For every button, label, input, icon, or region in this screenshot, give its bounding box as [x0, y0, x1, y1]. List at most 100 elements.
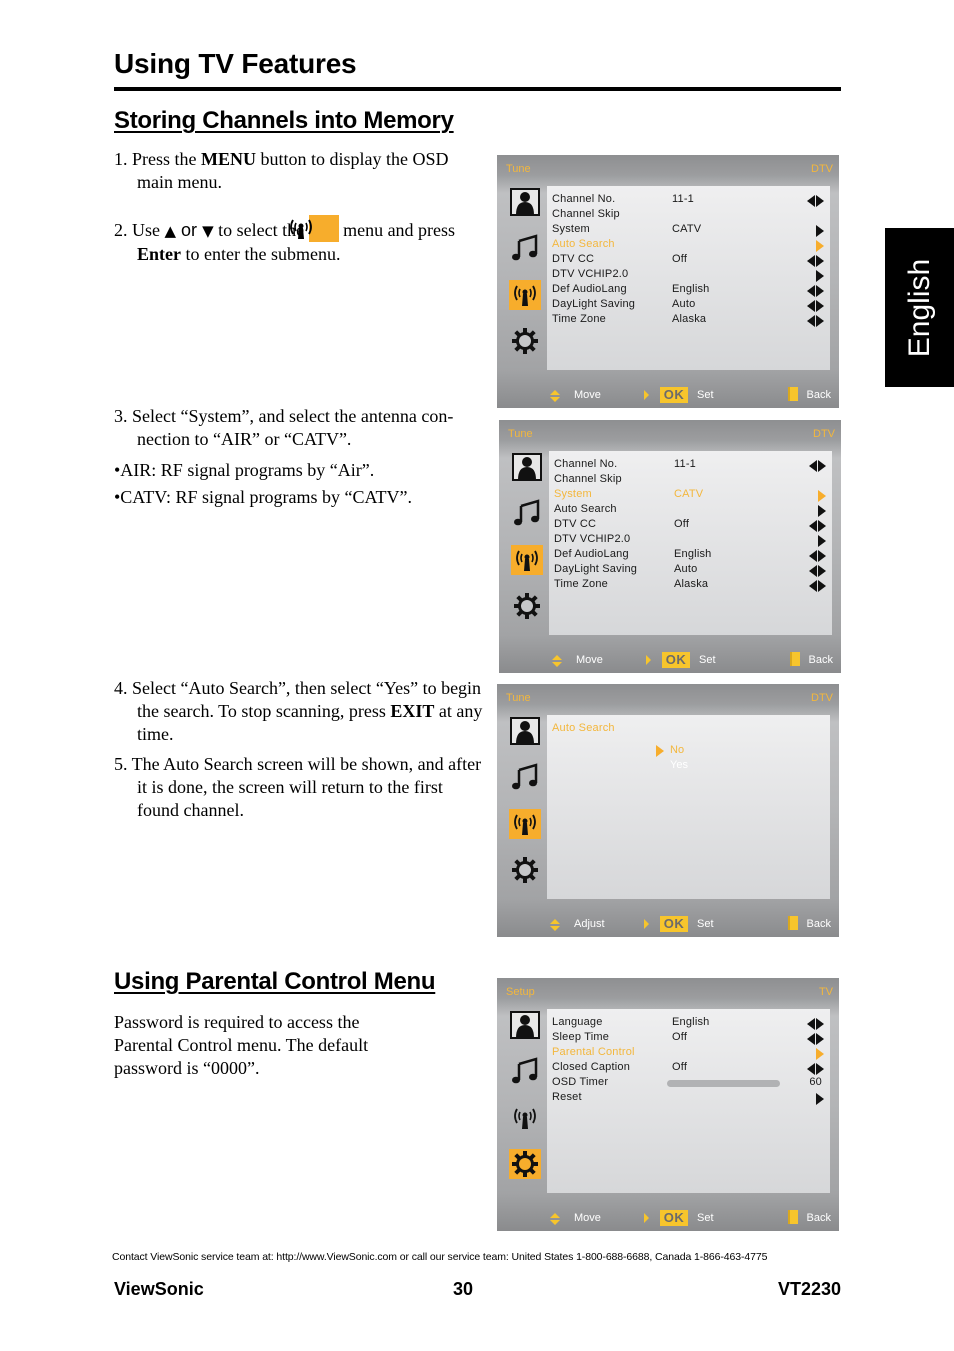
osd-menu-item[interactable]: Channel Skip	[552, 208, 830, 223]
ok-button[interactable]: OK	[660, 916, 688, 932]
osd-menu-item[interactable]: DayLight Saving Auto	[554, 563, 832, 578]
osd-menu-item[interactable]: Reset	[552, 1091, 830, 1106]
right-arrow-icon[interactable]	[818, 459, 826, 472]
right-arrow-icon[interactable]	[816, 254, 824, 267]
setup-menu-icon[interactable]	[509, 326, 541, 356]
osd-timer-slider[interactable]	[667, 1080, 780, 1087]
osd-item-control	[816, 224, 824, 237]
osd-back-button[interactable]: Back	[809, 654, 833, 666]
osd-menu-item[interactable]: Language English	[552, 1016, 830, 1031]
bullet-air: •AIR: RF signal programs by “Air”.	[114, 460, 375, 480]
osd-menu-item[interactable]: DTV VCHIP2.0	[552, 268, 830, 283]
audio-menu-icon[interactable]	[511, 497, 543, 527]
left-arrow-icon[interactable]	[807, 314, 815, 327]
right-arrow-icon[interactable]	[818, 549, 826, 562]
right-arrow-icon[interactable]	[818, 519, 826, 532]
right-arrow-icon[interactable]	[818, 534, 826, 547]
tune-menu-icon[interactable]	[509, 1103, 541, 1133]
picture-menu-icon[interactable]	[509, 1010, 541, 1040]
osd-menu-item[interactable]: System CATV	[554, 488, 832, 503]
right-arrow-icon[interactable]	[816, 194, 824, 207]
right-arrow-icon[interactable]	[818, 504, 826, 517]
audio-menu-icon[interactable]	[509, 1055, 541, 1085]
osd-menu-item[interactable]: Sleep Time Off	[552, 1031, 830, 1046]
osd-item-label: Channel No.	[554, 458, 618, 470]
osd-menu-item[interactable]: DTV VCHIP2.0	[554, 533, 832, 548]
right-arrow-icon[interactable]	[816, 1032, 824, 1045]
osd-menu-item[interactable]: Channel No. 11-1	[554, 458, 832, 473]
osd-menu-item[interactable]: Time Zone Alaska	[552, 313, 830, 328]
right-arrow-icon[interactable]	[816, 1062, 824, 1075]
picture-menu-icon[interactable]	[511, 452, 543, 482]
picture-menu-icon[interactable]	[509, 187, 541, 217]
osd-menu-item[interactable]: Def AudioLang English	[552, 283, 830, 298]
left-arrow-icon[interactable]	[809, 459, 817, 472]
osd-option-no[interactable]: No	[656, 744, 688, 759]
left-arrow-icon[interactable]	[809, 519, 817, 532]
ok-button[interactable]: OK	[662, 652, 690, 668]
osd-back-button[interactable]: Back	[807, 389, 831, 401]
left-arrow-icon[interactable]	[807, 194, 815, 207]
audio-menu-icon[interactable]	[509, 761, 541, 791]
osd-menu-item[interactable]: DTV CC Off	[554, 518, 832, 533]
setup-menu-icon[interactable]	[509, 1149, 541, 1179]
audio-menu-icon[interactable]	[509, 232, 541, 262]
right-arrow-icon[interactable]	[818, 579, 826, 592]
title-divider	[114, 87, 841, 91]
osd-item-label: Language	[552, 1016, 603, 1028]
right-arrow-icon[interactable]	[816, 269, 824, 282]
tune-menu-icon[interactable]	[509, 809, 541, 839]
osd-back-button[interactable]: Back	[807, 918, 831, 930]
osd-menu-item[interactable]: System CATV	[552, 223, 830, 238]
setup-menu-icon[interactable]	[509, 855, 541, 885]
right-arrow-icon[interactable]	[818, 489, 826, 502]
osd-menu-item[interactable]: Auto Search	[552, 238, 830, 253]
right-arrow-icon[interactable]	[816, 1017, 824, 1030]
osd-item-value: 11-1	[672, 193, 694, 205]
osd-title: Tune	[506, 692, 531, 704]
left-arrow-icon[interactable]	[807, 1062, 815, 1075]
osd-menu-item[interactable]: OSD Timer 60	[552, 1076, 830, 1091]
right-arrow-icon[interactable]	[818, 564, 826, 577]
right-arrow-icon[interactable]	[816, 1047, 824, 1060]
left-arrow-icon[interactable]	[809, 549, 817, 562]
osd-option-label: Yes	[670, 759, 688, 771]
osd-set-hint: Set	[699, 654, 716, 666]
left-arrow-icon[interactable]	[809, 579, 817, 592]
right-arrow-icon[interactable]	[816, 239, 824, 252]
ok-button[interactable]: OK	[660, 1210, 688, 1226]
osd-item-label: Auto Search	[552, 238, 615, 250]
picture-menu-icon[interactable]	[509, 716, 541, 746]
osd-menu-item[interactable]: Channel No. 11-1	[552, 193, 830, 208]
osd-menu-item[interactable]: Closed Caption Off	[552, 1061, 830, 1076]
right-arrow-icon[interactable]	[816, 1092, 824, 1105]
osd-menu-item[interactable]: Auto Search	[554, 503, 832, 518]
right-arrow-icon[interactable]	[816, 314, 824, 327]
osd-menu-item[interactable]: Channel Skip	[554, 473, 832, 488]
osd-item-control	[818, 489, 826, 502]
ok-button[interactable]: OK	[660, 387, 688, 403]
osd-back-button[interactable]: Back	[807, 1212, 831, 1224]
setup-menu-icon[interactable]	[511, 591, 543, 621]
osd-menu-item[interactable]: DTV CC Off	[552, 253, 830, 268]
left-arrow-icon[interactable]	[807, 254, 815, 267]
tune-menu-icon[interactable]	[511, 545, 543, 575]
left-arrow-icon[interactable]	[807, 284, 815, 297]
right-arrow-icon[interactable]	[816, 284, 824, 297]
osd-menu-item[interactable]: Time Zone Alaska	[554, 578, 832, 593]
osd-menu-item[interactable]: Parental Control	[552, 1046, 830, 1061]
osd-menu-item[interactable]: Def AudioLang English	[554, 548, 832, 563]
osd-options: No Yes	[656, 744, 688, 774]
osd-title: Setup	[506, 986, 535, 998]
right-arrow-icon[interactable]	[816, 299, 824, 312]
tune-menu-icon[interactable]	[509, 280, 541, 310]
step-2: 2. Use ▲ or ▼ to select the menu and pre…	[114, 215, 484, 266]
left-arrow-icon[interactable]	[807, 1017, 815, 1030]
left-arrow-icon[interactable]	[807, 1032, 815, 1045]
osd-menu-item[interactable]: DayLight Saving Auto	[552, 298, 830, 313]
left-arrow-icon[interactable]	[809, 564, 817, 577]
osd-option-yes[interactable]: Yes	[670, 759, 688, 774]
right-arrow-icon[interactable]	[816, 224, 824, 237]
left-arrow-icon[interactable]	[807, 299, 815, 312]
osd-item-label: Channel Skip	[554, 473, 622, 485]
